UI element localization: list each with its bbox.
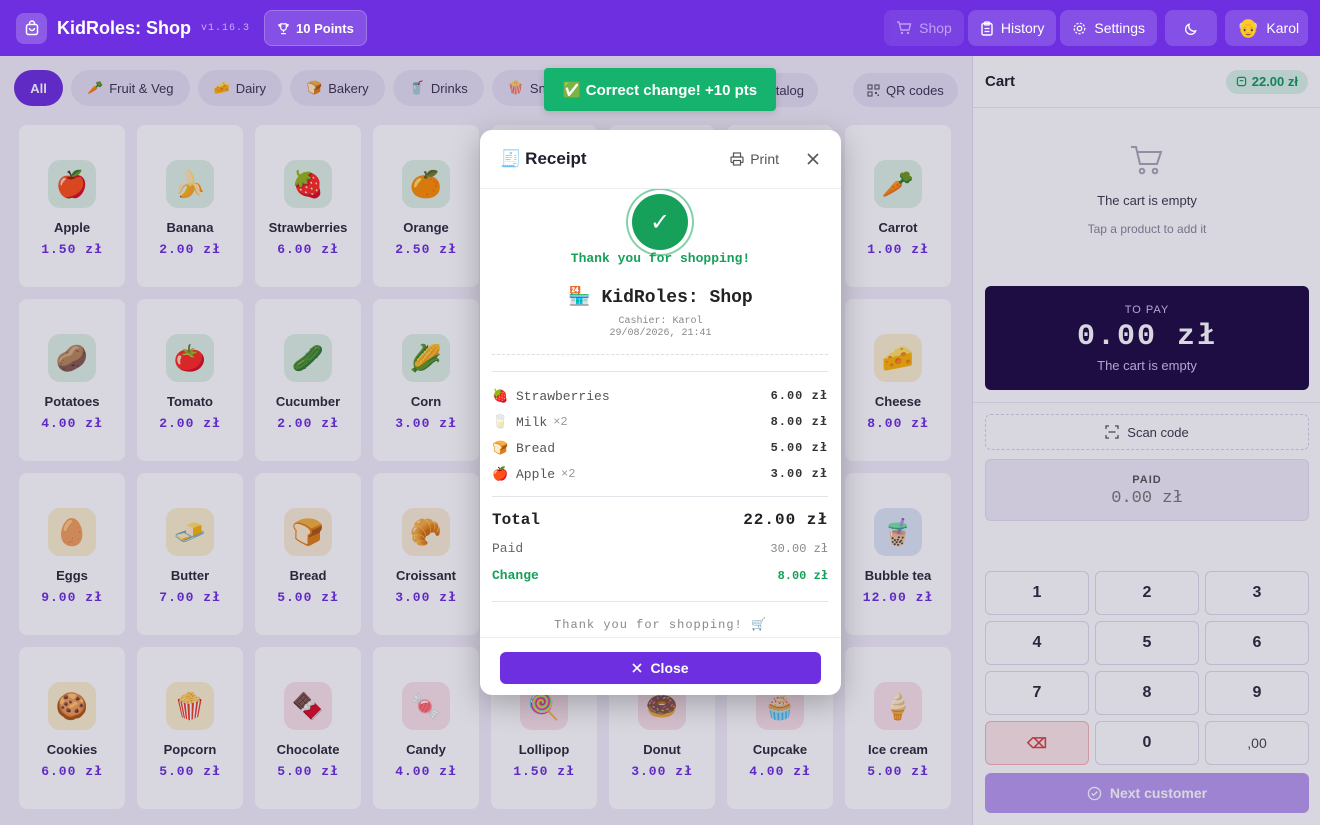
change-row: Change 8.00 zł (492, 568, 828, 583)
avatar: 👴 (1237, 17, 1260, 38)
thanks-message: Thank you for shopping! (570, 251, 751, 266)
moon-icon (1184, 22, 1197, 35)
item-qty: ×2 (561, 467, 576, 481)
change-label: Change (492, 568, 539, 583)
nav-history-label: History (1000, 20, 1045, 36)
bread-icon: 🍞 (492, 440, 509, 456)
cashier-name: Cashier: Karol (618, 316, 703, 327)
total-value: 22.00 zł (743, 511, 828, 529)
points-badge[interactable]: 10 Points (264, 10, 367, 46)
checkmark-icon: ✓ (632, 194, 688, 250)
print-label: Print (750, 151, 779, 167)
item-price: 3.00 zł (770, 467, 828, 481)
item-name: Strawberries (516, 388, 610, 404)
receipt-line-item: 🍎 Apple ×2 3.00 zł (492, 465, 828, 483)
toast-message: ✅ Correct change! +10 pts (562, 81, 758, 99)
print-button[interactable]: Print (730, 151, 779, 167)
dark-mode-toggle[interactable] (1165, 10, 1217, 46)
item-name: Bread (516, 440, 556, 456)
gear-icon (1074, 22, 1086, 34)
nav-settings-label: Settings (1094, 20, 1145, 36)
receipt-title-label: Receipt (525, 149, 587, 168)
store-icon: 🏪 (568, 288, 591, 308)
close-icon[interactable] (805, 151, 821, 167)
paid-label: Paid (492, 541, 524, 556)
receipt-line-item: 🥛 Milk ×2 8.00 zł (492, 413, 828, 431)
divider (492, 601, 828, 602)
item-price: 5.00 zł (770, 441, 828, 455)
nav-shop-button[interactable]: Shop (884, 10, 964, 46)
close-label: Close (650, 660, 689, 676)
change-value: 8.00 zł (777, 568, 828, 583)
receipt-body: ✓ Thank you for shopping! 🏪 KidRoles: Sh… (480, 189, 841, 637)
success-toast: ✅ Correct change! +10 pts (544, 68, 776, 111)
receipt-modal: 🧾 Receipt Print ✓ Thank you for shopping… (480, 130, 841, 695)
receipt-line-item: 🍓 Strawberries 6.00 zł (492, 387, 828, 405)
receipt-meta: Cashier: Karol 29/08/2026, 21:41 (480, 316, 841, 340)
receipt-header: 🧾 Receipt Print (480, 130, 841, 189)
item-name: Milk (516, 414, 548, 430)
total-label: Total (492, 511, 541, 529)
divider (492, 371, 828, 372)
shop-name-label: KidRoles: Shop (601, 288, 753, 308)
receipt-footer: Close (480, 637, 841, 695)
item-price: 6.00 zł (770, 389, 828, 403)
item-name: Apple (516, 466, 556, 482)
printer-icon (730, 152, 744, 166)
app-version: v1.16.3 (201, 22, 251, 34)
thanks-footer: Thank you for shopping! 🛒 (554, 618, 767, 632)
receipt-shop-name: 🏪 KidRoles: Shop (480, 286, 841, 308)
divider (492, 496, 828, 497)
item-qty: ×2 (553, 415, 568, 429)
divider (492, 354, 828, 355)
trophy-icon (278, 22, 289, 34)
apple-icon: 🍎 (492, 466, 509, 482)
app-title: KidRoles: Shop (57, 17, 191, 38)
app-header: KidRoles: Shop v1.16.3 10 Points Shop Hi… (0, 0, 1320, 56)
success-check: ✓ (623, 189, 697, 251)
receipt-icon: 🧾 (500, 149, 522, 168)
total-row: Total 22.00 zł (492, 511, 828, 529)
points-label: 10 Points (296, 20, 354, 36)
nav-history-button[interactable]: History (967, 10, 1057, 46)
clipboard-icon (981, 20, 993, 36)
receipt-title: 🧾 Receipt (500, 149, 587, 169)
close-receipt-button[interactable]: Close (500, 652, 821, 684)
user-name: Karol (1266, 20, 1300, 36)
close-icon (632, 663, 643, 673)
strawberry-icon: 🍓 (492, 388, 509, 404)
nav-shop-label: Shop (919, 20, 952, 36)
receipt-datetime: 29/08/2026, 21:41 (609, 328, 712, 339)
shop-logo-icon (16, 12, 47, 44)
item-price: 8.00 zł (770, 415, 828, 429)
paid-row: Paid 30.00 zł (492, 541, 828, 556)
milk-icon: 🥛 (492, 414, 509, 430)
paid-value: 30.00 zł (770, 541, 828, 556)
user-menu-button[interactable]: 👴 Karol (1225, 10, 1308, 46)
receipt-line-item: 🍞 Bread 5.00 zł (492, 439, 828, 457)
nav-settings-button[interactable]: Settings (1060, 10, 1157, 46)
cart-icon (897, 21, 912, 35)
